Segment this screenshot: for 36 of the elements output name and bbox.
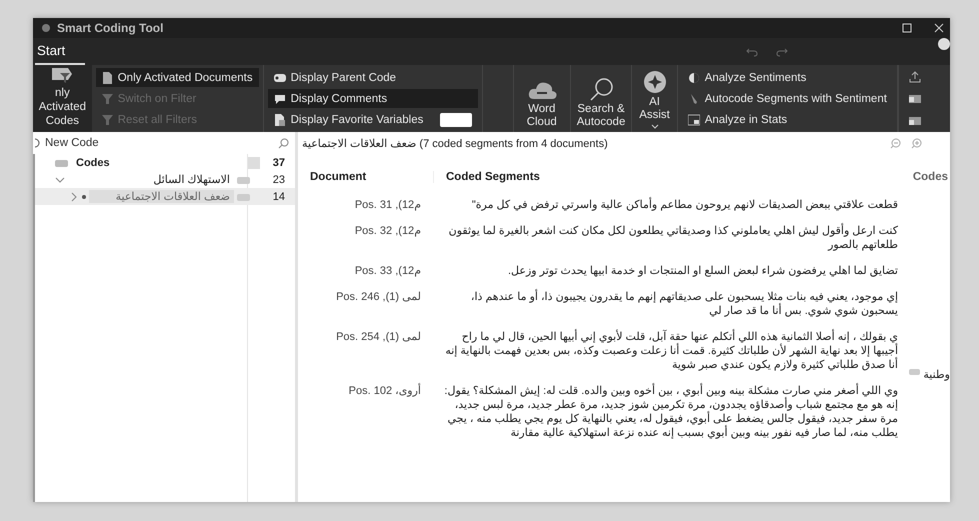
segment-text: وي اللي أصغر مني صارت مشكلة بينه وبين أبوي ، بين أخوه وبين والده. قلت له: إيش المشكلة؟ يقول: إنه هو مع مجتمع شباب وأصدقاؤه يجددون، مرة تكرمين شوز جديد، مرة عطر جديد، مرة لبس جديد، مرة سفر جديد، فيقول جالس يضغط على أبوي، فيقول له، يعني بالنهاية كل يوم يجي يطلب منه ، يجي يطلب منه، لما صار فيه نفور بينه وبين أبوي بسبب إنه عنده نزعة استهلاكية عالية مقارنة [443, 384, 898, 440]
code-count: 14 [272, 190, 285, 202]
filter-button[interactable]: Only Activated Documents [96, 68, 259, 87]
window-title: Smart Coding Tool [57, 21, 164, 35]
column-header[interactable]: Document [298, 171, 433, 183]
new-code-button[interactable]: New Code [45, 137, 274, 149]
ribbon-button[interactable]: AI Assist [632, 65, 678, 132]
display-option[interactable]: Display Parent Code [268, 68, 478, 87]
code-label: ضعف العلاقات الاجتماعية [89, 190, 234, 203]
segment-text: ي بقولك ، إنه أصلا الثمانية هذه اللي أتكلم عنها حقة آبل، قلت لأبوي إني أبيها الحين، قال لي ما راح أجيبها إلا بعد نهاية الشهر لأن طلباتك كثيرة. قمت أنا زعلت وعصبت وكذه، بس بعدين فهمت بالنهاية إنه أنا صدق طلباتي كثيرة ولازم يكون عندي صبر شوية [444, 330, 898, 372]
display-option[interactable]: Display Favorite Variables [268, 110, 478, 129]
document-cell-text: م12), Pos. 33 [354, 264, 422, 278]
code-label: الاستهلاك السائل [152, 173, 231, 186]
analysis-button[interactable]: Autocode Segments with Sentiment [682, 89, 893, 108]
segments-title: ضعف العلاقات الاجتماعية (7 coded segments from 4 documents) [302, 136, 609, 150]
document-cell-text: م12), Pos. 31 [354, 198, 422, 212]
analysis-button[interactable]: Analyze Sentiments [682, 68, 893, 87]
code-count: 37 [272, 156, 285, 168]
column-header[interactable]: Coded Segments [433, 171, 898, 183]
segment-text: كنت ارعل وأقول ليش اهلي يعاملوني كذا وصديقاتي يطلعون لكل مكان كنت اشعر بالغيرة لما يوثقون طلعاتهم بالصور [448, 224, 898, 252]
segment-text: تضايق لما اهلي يرفضون شراء لبعض السلع او المنتجات او خدمة ابيها يحدث توتر وزعل. [507, 264, 898, 278]
document-cell-text: م12), Pos. 32 [354, 224, 422, 239]
segment-text: قطعت علاقتي ببعض الصديقات لانهم يروحون مطاعم وأماكن عالية واسرتي ترفض في كل مرة" [470, 198, 898, 212]
activated-codes-button[interactable]: nly Activated Codes [33, 65, 92, 132]
code-count: 23 [272, 174, 285, 186]
tree-item[interactable]: Codes [72, 156, 245, 168]
document-cell-text: لمى (1), Pos. 254 [335, 330, 422, 345]
document-cell-text: لمى (1), Pos. 246 [335, 290, 422, 305]
code-label: وطنية [923, 368, 950, 381]
document-cell-text: أروى، Pos. 102 [348, 384, 422, 399]
segment-text: إي موجود، يعني فيه بنات مثلا يسحبون على صديقاتهم إنهم ما يقدرون يجيبون ذا، أو ما عندهم ذا، يسحبون شوي شوي. بس أنا ما قد صار لي [470, 290, 898, 318]
column-header[interactable]: Codes [898, 171, 950, 183]
ribbon-button[interactable]: Search & Autocode [570, 65, 632, 132]
analysis-button[interactable]: Analyze in Stats [682, 110, 893, 129]
ribbon-button[interactable]: Word Cloud [514, 65, 571, 132]
display-option[interactable]: Display Comments [268, 89, 478, 108]
